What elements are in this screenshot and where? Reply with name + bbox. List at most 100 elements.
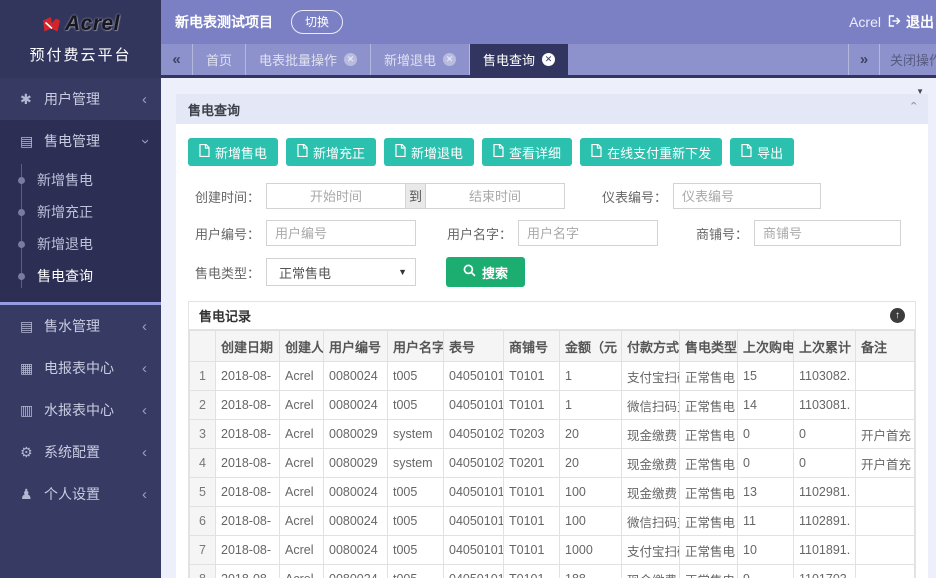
sidebar-subitem-label: 新增退电 — [37, 236, 93, 252]
table-cell: 11 — [738, 507, 794, 536]
table-cell — [856, 507, 915, 536]
user-no-input[interactable] — [266, 220, 416, 246]
toolbar: 新增售电新增充正新增退电查看详细在线支付重新下发导出 — [188, 138, 916, 166]
table-cell: 开户首充 — [856, 420, 915, 449]
table-cell: 14 — [738, 391, 794, 420]
toolbar-button[interactable]: 新增售电 — [188, 138, 278, 166]
table-cell: T0201 — [504, 449, 560, 478]
toolbar-button[interactable]: 新增退电 — [384, 138, 474, 166]
table-cell: 2018-08- — [216, 391, 280, 420]
table-row[interactable]: 22018-08-Acrel0080024t00504050101T01011微… — [190, 391, 915, 420]
shop-no-label: 商铺号： — [688, 224, 748, 243]
tab-close-icon[interactable]: ✕ — [344, 53, 357, 66]
sidebar-item[interactable]: ✱用户管理‹ — [0, 78, 161, 120]
chevron-left-icon: ‹ — [142, 403, 147, 418]
table-row[interactable]: 32018-08-Acrel0080029system04050102T0203… — [190, 420, 915, 449]
shop-no-input[interactable] — [754, 220, 901, 246]
table-cell: 正常售电 — [680, 420, 738, 449]
end-time-input[interactable] — [425, 183, 565, 209]
sidebar-subitem[interactable]: 新增售电 — [0, 164, 161, 196]
user-icon: ♟ — [20, 486, 44, 503]
toolbar-button[interactable]: 在线支付重新下发 — [580, 138, 722, 166]
table-cell: T0101 — [504, 478, 560, 507]
meter-no-label: 仪表编号： — [595, 187, 667, 206]
sidebar-item[interactable]: ▦电报表中心‹ — [0, 347, 161, 389]
sidebar-menu: ✱用户管理‹▤售电管理‹新增售电新增充正新增退电售电查询▤售水管理‹▦电报表中心… — [0, 78, 161, 578]
sidebar-item[interactable]: ▤售电管理‹ — [0, 120, 161, 162]
sidebar-item-label: 售电管理 — [44, 131, 142, 151]
toolbar-button[interactable]: 导出 — [730, 138, 794, 166]
user-name-input[interactable] — [518, 220, 658, 246]
col-header: 用户名字 — [388, 331, 444, 362]
sidebar-item[interactable]: ▤售水管理‹ — [0, 305, 161, 347]
row-number: 6 — [190, 507, 216, 536]
table-cell: 现金缴费 — [622, 449, 680, 478]
table-cell: 0 — [794, 449, 856, 478]
logout-button[interactable]: 退出 — [888, 12, 934, 32]
tabs-scroll-right-icon[interactable]: » — [848, 44, 880, 75]
col-header: 上次购电 — [738, 331, 794, 362]
sidebar-item[interactable]: ♟个人设置‹ — [0, 473, 161, 515]
chevron-left-icon: ‹ — [142, 319, 147, 334]
sidebar-subitem[interactable]: 新增充正 — [0, 196, 161, 228]
tab-active[interactable]: 售电查询✕ — [470, 44, 568, 75]
records-table: 创建日期创建人用户编号用户名字表号商铺号金额（元付款方式售电类型上次购电上次累计… — [189, 330, 915, 578]
table-cell: T0101 — [504, 536, 560, 565]
table-cell — [856, 536, 915, 565]
close-all-tabs-button[interactable]: 关闭操作 — [880, 44, 936, 75]
toolbar-button[interactable]: 新增充正 — [286, 138, 376, 166]
table-cell: Acrel — [280, 449, 324, 478]
row-number: 2 — [190, 391, 216, 420]
sidebar-subitem[interactable]: 售电查询 — [0, 260, 161, 292]
meter-no-input[interactable] — [673, 183, 821, 209]
table-row[interactable]: 62018-08-Acrel0080024t00504050101T010110… — [190, 507, 915, 536]
table-cell: 现金缴费 — [622, 565, 680, 578]
table-cell: 正常售电 — [680, 536, 738, 565]
table-cell: 0080024 — [324, 565, 388, 578]
table-cell: 0 — [794, 420, 856, 449]
table-cell: 0 — [738, 449, 794, 478]
tab-item[interactable]: 首页 — [193, 44, 246, 75]
table-cell: 04050102 — [444, 420, 504, 449]
tabs-container: 首页电表批量操作✕新增退电✕售电查询✕ — [193, 44, 568, 75]
table-cell: Acrel — [280, 420, 324, 449]
acrel-logo-icon — [41, 16, 61, 33]
collapse-panel-icon[interactable]: ˆ — [911, 104, 916, 114]
start-time-input[interactable] — [266, 183, 406, 209]
select-arrow-icon: ▼ — [398, 267, 407, 277]
table-cell: 100 — [560, 478, 622, 507]
sidebar: Acrel 预付费云平台 ✱用户管理‹▤售电管理‹新增售电新增充正新增退电售电查… — [0, 0, 161, 578]
switch-project-button[interactable]: 切换 — [291, 10, 343, 34]
table-cell: 04050102 — [444, 449, 504, 478]
sidebar-item[interactable]: ▥水报表中心‹ — [0, 389, 161, 431]
tab-item[interactable]: 新增退电✕ — [371, 44, 470, 75]
table-cell: 10 — [738, 536, 794, 565]
table-row[interactable]: 82018-08-Acrel0080024t00504050101T010118… — [190, 565, 915, 578]
table-cell: 0080024 — [324, 478, 388, 507]
scroll-down-icon[interactable]: ▼ — [916, 87, 924, 96]
toolbar-button[interactable]: 查看详细 — [482, 138, 572, 166]
collapse-records-icon[interactable]: ↑ — [890, 308, 905, 323]
card-icon: ▤ — [20, 133, 44, 150]
tab-close-icon[interactable]: ✕ — [542, 53, 555, 66]
sidebar-subitem[interactable]: 新增退电 — [0, 228, 161, 260]
tab-item[interactable]: 电表批量操作 ✕ — [246, 44, 371, 75]
table-row[interactable]: 72018-08-Acrel0080024t00504050101T010110… — [190, 536, 915, 565]
sidebar-item[interactable]: ⚙系统配置‹ — [0, 431, 161, 473]
table-row[interactable]: 52018-08-Acrel0080024t00504050101T010110… — [190, 478, 915, 507]
table-cell: 0080024 — [324, 507, 388, 536]
table-cell: 1103081. — [794, 391, 856, 420]
table-row[interactable]: 42018-08-Acrel0080029system04050102T0201… — [190, 449, 915, 478]
table-row[interactable]: 12018-08-Acrel0080024t00504050101T01011支… — [190, 362, 915, 391]
tab-label: 电表批量操作 — [259, 50, 337, 69]
table-cell — [856, 565, 915, 578]
tab-close-icon[interactable]: ✕ — [443, 53, 456, 66]
search-button[interactable]: 搜索 — [446, 257, 525, 287]
table-cell: Acrel — [280, 565, 324, 578]
sale-type-select[interactable]: 正常售电 ▼ — [266, 258, 416, 286]
table-cell: T0203 — [504, 420, 560, 449]
query-panel: 售电查询 ˆ 新增售电新增充正新增退电查看详细在线支付重新下发导出 创建时间： … — [176, 94, 928, 578]
tabs-scroll-left-icon[interactable]: « — [161, 44, 193, 75]
sidebar-item-label: 售水管理 — [44, 316, 142, 336]
search-form-row-1: 创建时间： 到 仪表编号： — [188, 183, 916, 209]
